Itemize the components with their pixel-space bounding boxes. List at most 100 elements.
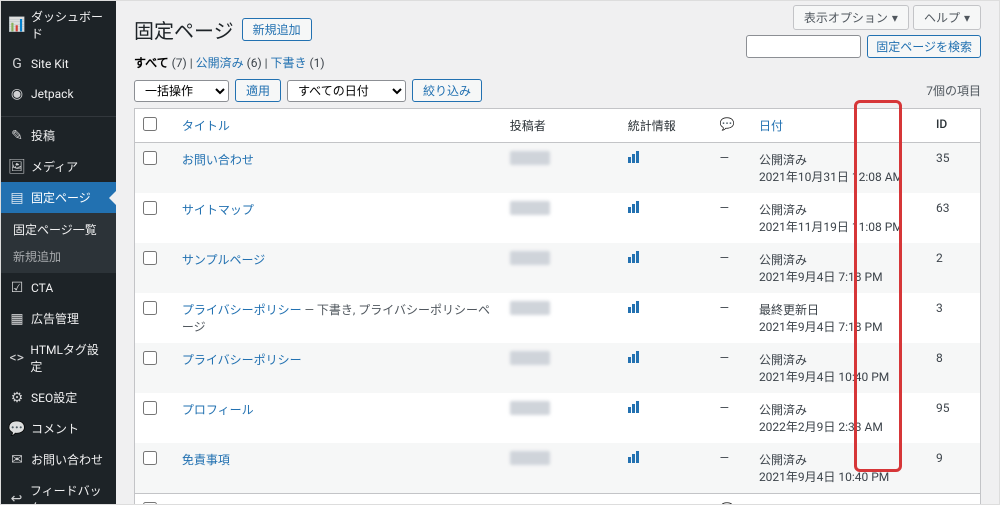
help-toggle[interactable]: ヘルプ▾ (913, 5, 981, 30)
row-date: 公開済み2021年9月4日 10:40 PM (751, 443, 928, 494)
sidebar-item-6[interactable]: ☑CTA (1, 273, 116, 303)
bulk-apply-button-top[interactable]: 適用 (235, 79, 281, 102)
sidebar-item-label: Jetpack (31, 87, 74, 101)
sidebar-item-3[interactable]: ✎投稿 (1, 120, 116, 151)
sidebar-item-8[interactable]: <>HTMLタグ設定 (1, 334, 116, 382)
date-filter-select[interactable]: すべての日付 (287, 80, 406, 102)
table-row: サイトマップ—公開済み2021年11月19日 11:08 PM63 (135, 193, 981, 243)
col-header-checkbox (135, 109, 174, 143)
sidebar-item-11[interactable]: ✉お問い合わせ (1, 444, 116, 475)
sidebar-item-0[interactable]: 📊 ダッシュボード (1, 1, 116, 49)
row-title-link[interactable]: サンプルページ (182, 253, 265, 267)
author-blurred (510, 301, 550, 315)
sidebar-item-label: 投稿 (31, 127, 55, 144)
admin-sidebar: 📊ダッシュボードGSite Kit◉Jetpack✎投稿🖼メディア▤固定ページ固… (1, 1, 116, 504)
col-header-date[interactable]: 日付 (751, 109, 928, 143)
main-content: 表示オプション▾ ヘルプ▾ 固定ページ 新規追加 すべて (7) | 公開済み … (116, 1, 999, 504)
row-comments: — (712, 343, 751, 393)
sidebar-icon: ◉ (9, 86, 25, 102)
row-date: 公開済み2021年9月4日 7:18 PM (751, 243, 928, 293)
item-count-top: 7個の項目 (926, 82, 981, 99)
stats-icon[interactable] (628, 151, 639, 163)
filter-published[interactable]: 公開済み (196, 56, 244, 70)
filter-all[interactable]: すべて (134, 56, 169, 70)
row-checkbox[interactable] (143, 451, 157, 465)
stats-icon[interactable] (628, 351, 639, 363)
row-date: 公開済み2021年9月4日 10:40 PM (751, 343, 928, 393)
row-title-link[interactable]: プライバシーポリシー (182, 353, 302, 367)
sidebar-item-7[interactable]: ▦広告管理 (1, 303, 116, 334)
select-all-bottom[interactable] (143, 502, 157, 504)
sidebar-icon: ▤ (9, 190, 25, 206)
author-blurred (510, 451, 550, 465)
row-comments: — (712, 193, 751, 243)
sidebar-icon: 📊 (9, 17, 25, 33)
chevron-down-icon: ▾ (964, 11, 970, 25)
stats-icon[interactable] (628, 301, 639, 313)
sidebar-item-label: コメント (31, 420, 79, 437)
table-row: 免責事項—公開済み2021年9月4日 10:40 PM9 (135, 443, 981, 494)
submenu-list[interactable]: 固定ページ一覧 (1, 216, 116, 243)
sidebar-item-4[interactable]: 🖼メディア (1, 151, 116, 182)
stats-icon[interactable] (628, 451, 639, 463)
row-title-link[interactable]: お問い合わせ (182, 153, 254, 167)
table-row: プライバシーポリシー—公開済み2021年9月4日 10:40 PM8 (135, 343, 981, 393)
sidebar-submenu: 固定ページ一覧新規追加 (1, 213, 116, 273)
sidebar-icon: ↩ (9, 491, 24, 504)
sidebar-item-10[interactable]: 💬コメント (1, 413, 116, 444)
row-date: 最終更新日2021年9月4日 7:18 PM (751, 293, 928, 343)
col-header-title[interactable]: タイトル (174, 109, 502, 143)
sidebar-item-12[interactable]: ↩ フィードバック (1, 475, 116, 504)
col-footer-title[interactable]: タイトル (174, 494, 502, 505)
sidebar-icon: ✉ (9, 452, 25, 468)
author-blurred (510, 151, 550, 165)
stats-icon[interactable] (628, 201, 639, 213)
row-comments: — (712, 393, 751, 443)
row-title-link[interactable]: プライバシーポリシー (182, 303, 302, 317)
sidebar-icon: ☑ (9, 280, 25, 296)
row-checkbox[interactable] (143, 151, 157, 165)
sidebar-icon: G (9, 56, 25, 72)
sidebar-item-label: ダッシュボード (31, 8, 108, 42)
submenu-add[interactable]: 新規追加 (1, 243, 116, 270)
sidebar-item-2[interactable]: ◉ Jetpack (1, 79, 116, 109)
row-checkbox[interactable] (143, 301, 157, 315)
select-all-top[interactable] (143, 117, 157, 131)
search-input[interactable] (746, 35, 861, 58)
filter-draft[interactable]: 下書き (271, 56, 307, 70)
row-title-link[interactable]: プロフィール (182, 403, 254, 417)
sidebar-item-label: HTMLタグ設定 (30, 341, 108, 375)
row-title-link[interactable]: 免責事項 (182, 453, 230, 467)
stats-icon[interactable] (628, 401, 639, 413)
row-id: 63 (928, 193, 981, 243)
row-title-link[interactable]: サイトマップ (182, 203, 254, 217)
sidebar-item-1[interactable]: GSite Kit (1, 49, 116, 79)
stats-icon[interactable] (628, 251, 639, 263)
sidebar-item-9[interactable]: ⚙ SEO設定 (1, 382, 116, 413)
search-submit-button[interactable]: 固定ページを検索 (867, 35, 981, 58)
table-row: プロフィール—公開済み2022年2月9日 2:33 AM95 (135, 393, 981, 443)
author-blurred (510, 201, 550, 215)
row-checkbox[interactable] (143, 201, 157, 215)
col-footer-stats: 統計情報 (620, 494, 712, 505)
sidebar-item-label: フィードバック (30, 482, 108, 504)
comment-icon: 💬 (720, 117, 735, 131)
row-checkbox[interactable] (143, 401, 157, 415)
sidebar-icon: 🖼 (9, 159, 25, 175)
tablenav-top: 一括操作 適用 すべての日付 絞り込み 7個の項目 (134, 79, 981, 102)
sidebar-icon: ⚙ (9, 390, 25, 406)
bulk-action-select-top[interactable]: 一括操作 (134, 80, 229, 102)
add-new-button[interactable]: 新規追加 (242, 18, 312, 41)
screen-options-toggle[interactable]: 表示オプション▾ (793, 5, 909, 30)
row-checkbox[interactable] (143, 351, 157, 365)
row-comments: — (712, 243, 751, 293)
sidebar-item-label: SEO設定 (31, 389, 77, 406)
col-footer-date[interactable]: 日付 (751, 494, 928, 505)
sidebar-item-5[interactable]: ▤固定ページ (1, 182, 116, 213)
screen-meta-toggle: 表示オプション▾ ヘルプ▾ (793, 5, 981, 30)
row-checkbox[interactable] (143, 251, 157, 265)
filter-button[interactable]: 絞り込み (412, 79, 482, 102)
col-header-id: ID (928, 109, 981, 143)
row-comments: — (712, 443, 751, 494)
page-title: 固定ページ (134, 15, 234, 44)
